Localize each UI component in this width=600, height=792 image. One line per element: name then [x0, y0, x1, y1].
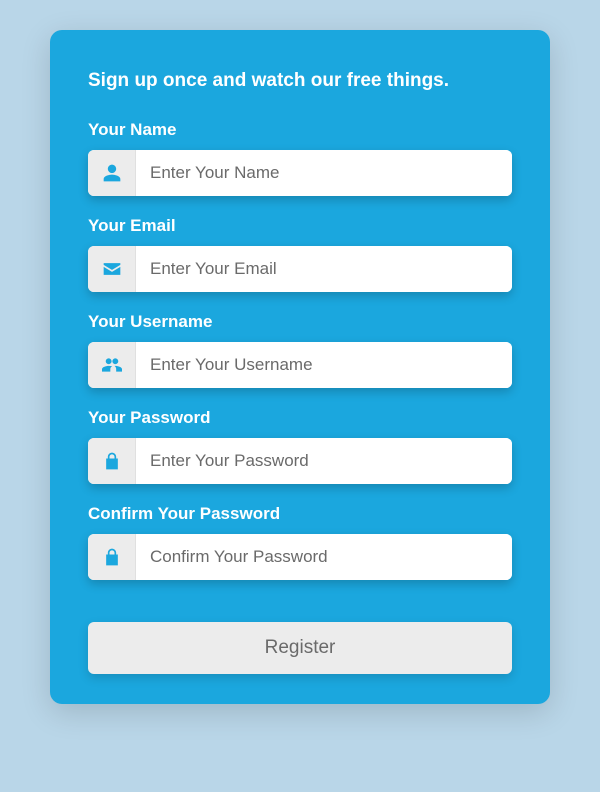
name-input[interactable] — [136, 150, 512, 196]
users-icon — [88, 342, 136, 388]
envelope-icon — [88, 246, 136, 292]
username-input[interactable] — [136, 342, 512, 388]
lock-confirm-icon — [88, 534, 136, 580]
email-field-group: Your Email — [88, 216, 512, 292]
signup-heading: Sign up once and watch our free things. — [88, 70, 512, 92]
lock-icon — [88, 438, 136, 484]
username-field-group: Your Username — [88, 312, 512, 388]
password-input-row — [88, 438, 512, 484]
password-field-group: Your Password — [88, 408, 512, 484]
email-label: Your Email — [88, 216, 512, 236]
confirm-input[interactable] — [136, 534, 512, 580]
email-input[interactable] — [136, 246, 512, 292]
register-button[interactable]: Register — [88, 622, 512, 674]
username-label: Your Username — [88, 312, 512, 332]
confirm-input-row — [88, 534, 512, 580]
username-input-row — [88, 342, 512, 388]
confirm-field-group: Confirm Your Password — [88, 504, 512, 580]
email-input-row — [88, 246, 512, 292]
confirm-label: Confirm Your Password — [88, 504, 512, 524]
user-icon — [88, 150, 136, 196]
name-field-group: Your Name — [88, 120, 512, 196]
password-label: Your Password — [88, 408, 512, 428]
name-input-row — [88, 150, 512, 196]
name-label: Your Name — [88, 120, 512, 140]
signup-card: Sign up once and watch our free things. … — [50, 30, 550, 704]
password-input[interactable] — [136, 438, 512, 484]
